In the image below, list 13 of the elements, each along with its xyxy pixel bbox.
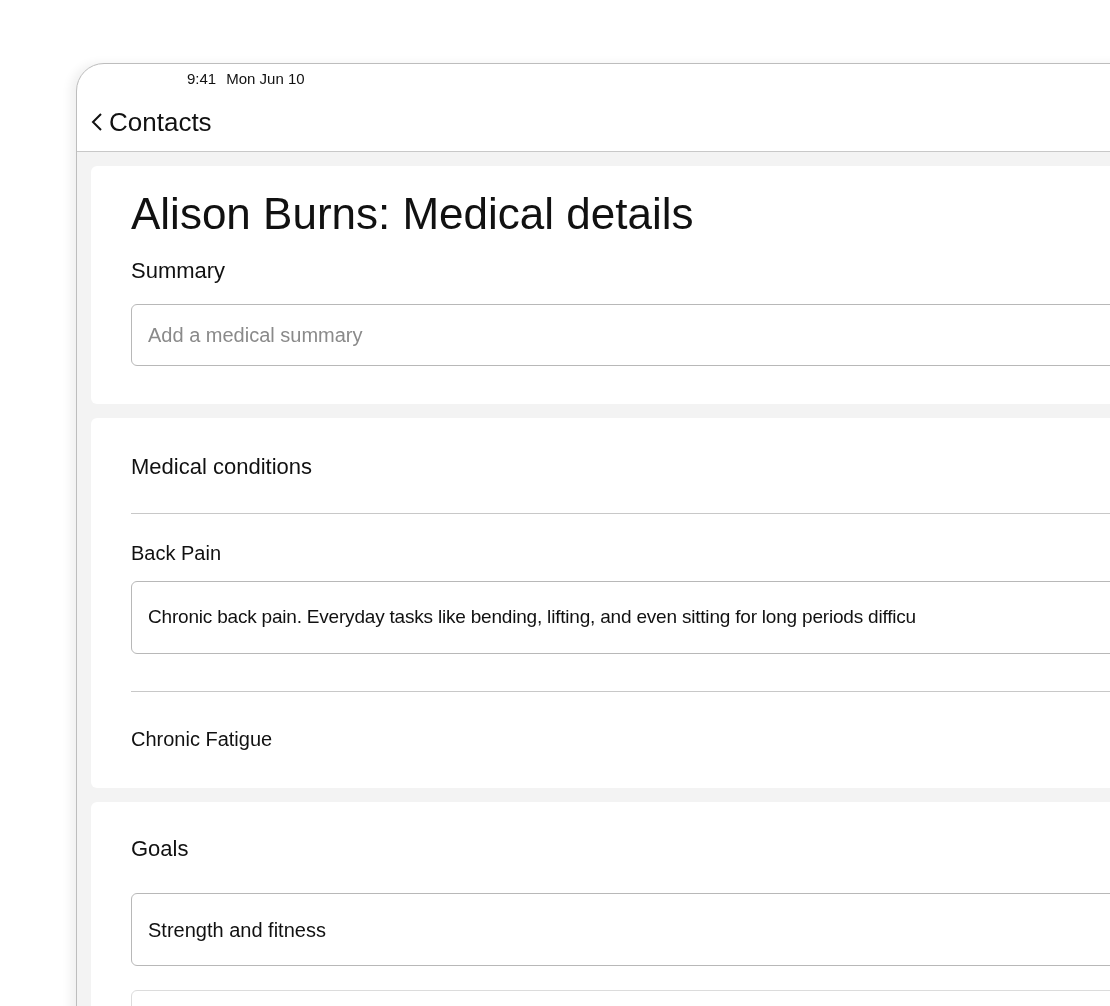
condition-notes-field[interactable]: Chronic back pain. Everyday tasks like bending, lifting, and even sitting for long periods difficu [131, 581, 1110, 654]
section-heading: Goals [131, 835, 190, 863]
summary-field[interactable]: Add a medical summary [131, 304, 1110, 366]
goal-field[interactable]: Strength and fitness [131, 893, 1110, 966]
section-heading: Medical conditions [131, 418, 1110, 514]
summary-label: Summary [131, 257, 227, 285]
status-date: Mon Jun 10 [226, 68, 305, 89]
page-title: Alison Burns: Medical details [131, 188, 695, 240]
back-button[interactable]: Contacts [91, 102, 212, 142]
condition-name: Back Pain [131, 541, 223, 566]
condition-name: Chronic Fatigue [131, 727, 274, 752]
chevron-left-icon [91, 112, 103, 133]
status-time: 9:41 [187, 68, 217, 89]
